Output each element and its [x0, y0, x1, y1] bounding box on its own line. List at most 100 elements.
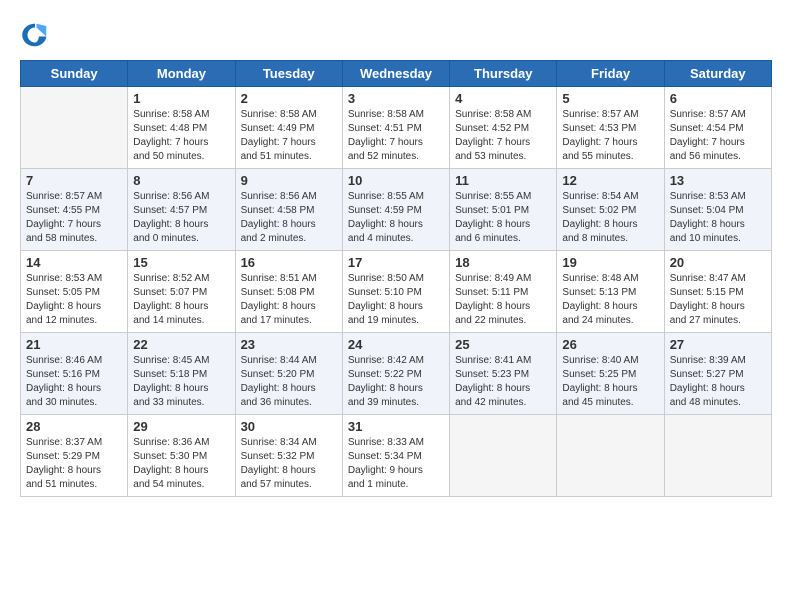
weekday-header-saturday: Saturday — [664, 61, 771, 87]
day-number: 26 — [562, 337, 658, 352]
day-cell — [450, 415, 557, 497]
logo — [20, 20, 54, 50]
day-cell: 3Sunrise: 8:58 AMSunset: 4:51 PMDaylight… — [342, 87, 449, 169]
day-cell: 31 Sunrise: 8:33 AMSunset: 5:34 PMDayligh… — [342, 415, 449, 497]
logo-icon — [20, 20, 50, 50]
day-info: Sunrise: 8:48 AMSunset: 5:13 PMDaylight:… — [562, 272, 658, 328]
week-row-3: 14 Sunrise: 8:53 AMSunset: 5:05 PMDayligh… — [21, 251, 772, 333]
day-number: 18 — [455, 255, 551, 270]
day-info: Sunrise: 8:50 AMSunset: 5:10 PMDaylight:… — [348, 272, 444, 328]
day-number: 1 — [133, 91, 229, 106]
day-info: Sunrise: 8:37 AMSunset: 5:29 PMDaylight:… — [26, 436, 122, 492]
day-info: Sunrise: 8:40 AMSunset: 5:25 PMDaylight:… — [562, 354, 658, 410]
day-number: 3 — [348, 91, 444, 106]
day-info: Sunrise: 8:58 AMSunset: 4:49 PMDaylight:… — [241, 108, 337, 164]
weekday-header-row: SundayMondayTuesdayWednesdayThursdayFrid… — [21, 61, 772, 87]
day-cell: 30 Sunrise: 8:34 AMSunset: 5:32 PMDayligh… — [235, 415, 342, 497]
day-number: 21 — [26, 337, 122, 352]
day-info: Sunrise: 8:36 AMSunset: 5:30 PMDaylight:… — [133, 436, 229, 492]
day-cell: 13 Sunrise: 8:53 AMSunset: 5:04 PMDayligh… — [664, 169, 771, 251]
day-number: 30 — [241, 419, 337, 434]
week-row-4: 21 Sunrise: 8:46 AMSunset: 5:16 PMDayligh… — [21, 333, 772, 415]
day-info: Sunrise: 8:46 AMSunset: 5:16 PMDaylight:… — [26, 354, 122, 410]
day-cell: 12 Sunrise: 8:54 AMSunset: 5:02 PMDayligh… — [557, 169, 664, 251]
day-info: Sunrise: 8:53 AMSunset: 5:04 PMDaylight:… — [670, 190, 766, 246]
day-number: 27 — [670, 337, 766, 352]
calendar-table: SundayMondayTuesdayWednesdayThursdayFrid… — [20, 60, 772, 497]
weekday-header-sunday: Sunday — [21, 61, 128, 87]
day-cell: 15 Sunrise: 8:52 AMSunset: 5:07 PMDayligh… — [128, 251, 235, 333]
day-number: 28 — [26, 419, 122, 434]
day-info: Sunrise: 8:39 AMSunset: 5:27 PMDaylight:… — [670, 354, 766, 410]
day-number: 15 — [133, 255, 229, 270]
day-number: 4 — [455, 91, 551, 106]
day-number: 23 — [241, 337, 337, 352]
day-cell: 9 Sunrise: 8:56 AMSunset: 4:58 PMDaylight… — [235, 169, 342, 251]
day-number: 11 — [455, 173, 551, 188]
day-number: 7 — [26, 173, 122, 188]
day-info: Sunrise: 8:55 AMSunset: 4:59 PMDaylight:… — [348, 190, 444, 246]
weekday-header-tuesday: Tuesday — [235, 61, 342, 87]
day-number: 14 — [26, 255, 122, 270]
day-cell: 18 Sunrise: 8:49 AMSunset: 5:11 PMDayligh… — [450, 251, 557, 333]
day-info: Sunrise: 8:57 AMSunset: 4:53 PMDaylight:… — [562, 108, 658, 164]
day-info: Sunrise: 8:47 AMSunset: 5:15 PMDaylight:… — [670, 272, 766, 328]
day-cell: 27 Sunrise: 8:39 AMSunset: 5:27 PMDayligh… — [664, 333, 771, 415]
week-row-2: 7 Sunrise: 8:57 AMSunset: 4:55 PMDaylight… — [21, 169, 772, 251]
week-row-5: 28 Sunrise: 8:37 AMSunset: 5:29 PMDayligh… — [21, 415, 772, 497]
day-info: Sunrise: 8:49 AMSunset: 5:11 PMDaylight:… — [455, 272, 551, 328]
day-cell: 26 Sunrise: 8:40 AMSunset: 5:25 PMDayligh… — [557, 333, 664, 415]
day-info: Sunrise: 8:57 AMSunset: 4:55 PMDaylight:… — [26, 190, 122, 246]
day-number: 12 — [562, 173, 658, 188]
weekday-header-friday: Friday — [557, 61, 664, 87]
day-cell: 23 Sunrise: 8:44 AMSunset: 5:20 PMDayligh… — [235, 333, 342, 415]
day-info: Sunrise: 8:52 AMSunset: 5:07 PMDaylight:… — [133, 272, 229, 328]
day-cell: 25 Sunrise: 8:41 AMSunset: 5:23 PMDayligh… — [450, 333, 557, 415]
day-cell: 14 Sunrise: 8:53 AMSunset: 5:05 PMDayligh… — [21, 251, 128, 333]
day-number: 24 — [348, 337, 444, 352]
day-number: 2 — [241, 91, 337, 106]
day-info: Sunrise: 8:58 AMSunset: 4:48 PMDaylight:… — [133, 108, 229, 164]
day-number: 16 — [241, 255, 337, 270]
day-cell: 5 Sunrise: 8:57 AMSunset: 4:53 PMDaylight… — [557, 87, 664, 169]
day-cell: 29Sunrise: 8:36 AMSunset: 5:30 PMDayligh… — [128, 415, 235, 497]
day-number: 6 — [670, 91, 766, 106]
day-cell: 22Sunrise: 8:45 AMSunset: 5:18 PMDayligh… — [128, 333, 235, 415]
day-info: Sunrise: 8:51 AMSunset: 5:08 PMDaylight:… — [241, 272, 337, 328]
day-number: 13 — [670, 173, 766, 188]
page-header — [20, 20, 772, 50]
day-number: 5 — [562, 91, 658, 106]
day-info: Sunrise: 8:58 AMSunset: 4:52 PMDaylight:… — [455, 108, 551, 164]
day-number: 31 — [348, 419, 444, 434]
day-cell: 1 Sunrise: 8:58 AMSunset: 4:48 PMDaylight… — [128, 87, 235, 169]
day-cell — [664, 415, 771, 497]
day-info: Sunrise: 8:41 AMSunset: 5:23 PMDaylight:… — [455, 354, 551, 410]
day-info: Sunrise: 8:54 AMSunset: 5:02 PMDaylight:… — [562, 190, 658, 246]
day-info: Sunrise: 8:57 AMSunset: 4:54 PMDaylight:… — [670, 108, 766, 164]
day-cell — [557, 415, 664, 497]
day-info: Sunrise: 8:34 AMSunset: 5:32 PMDaylight:… — [241, 436, 337, 492]
day-cell: 4 Sunrise: 8:58 AMSunset: 4:52 PMDaylight… — [450, 87, 557, 169]
day-cell: 16 Sunrise: 8:51 AMSunset: 5:08 PMDayligh… — [235, 251, 342, 333]
day-cell: 8 Sunrise: 8:56 AMSunset: 4:57 PMDaylight… — [128, 169, 235, 251]
day-info: Sunrise: 8:33 AMSunset: 5:34 PMDaylight:… — [348, 436, 444, 492]
day-number: 19 — [562, 255, 658, 270]
day-number: 22 — [133, 337, 229, 352]
day-cell: 20Sunrise: 8:47 AMSunset: 5:15 PMDayligh… — [664, 251, 771, 333]
day-cell: 24Sunrise: 8:42 AMSunset: 5:22 PMDayligh… — [342, 333, 449, 415]
day-info: Sunrise: 8:56 AMSunset: 4:57 PMDaylight:… — [133, 190, 229, 246]
day-info: Sunrise: 8:44 AMSunset: 5:20 PMDaylight:… — [241, 354, 337, 410]
day-info: Sunrise: 8:53 AMSunset: 5:05 PMDaylight:… — [26, 272, 122, 328]
day-number: 9 — [241, 173, 337, 188]
day-number: 8 — [133, 173, 229, 188]
day-cell: 21 Sunrise: 8:46 AMSunset: 5:16 PMDayligh… — [21, 333, 128, 415]
day-number: 25 — [455, 337, 551, 352]
day-cell: 2 Sunrise: 8:58 AMSunset: 4:49 PMDaylight… — [235, 87, 342, 169]
day-cell: 7 Sunrise: 8:57 AMSunset: 4:55 PMDaylight… — [21, 169, 128, 251]
day-cell: 10Sunrise: 8:55 AMSunset: 4:59 PMDayligh… — [342, 169, 449, 251]
day-info: Sunrise: 8:56 AMSunset: 4:58 PMDaylight:… — [241, 190, 337, 246]
day-cell: 17 Sunrise: 8:50 AMSunset: 5:10 PMDayligh… — [342, 251, 449, 333]
day-cell: 6 Sunrise: 8:57 AMSunset: 4:54 PMDaylight… — [664, 87, 771, 169]
weekday-header-monday: Monday — [128, 61, 235, 87]
day-number: 17 — [348, 255, 444, 270]
